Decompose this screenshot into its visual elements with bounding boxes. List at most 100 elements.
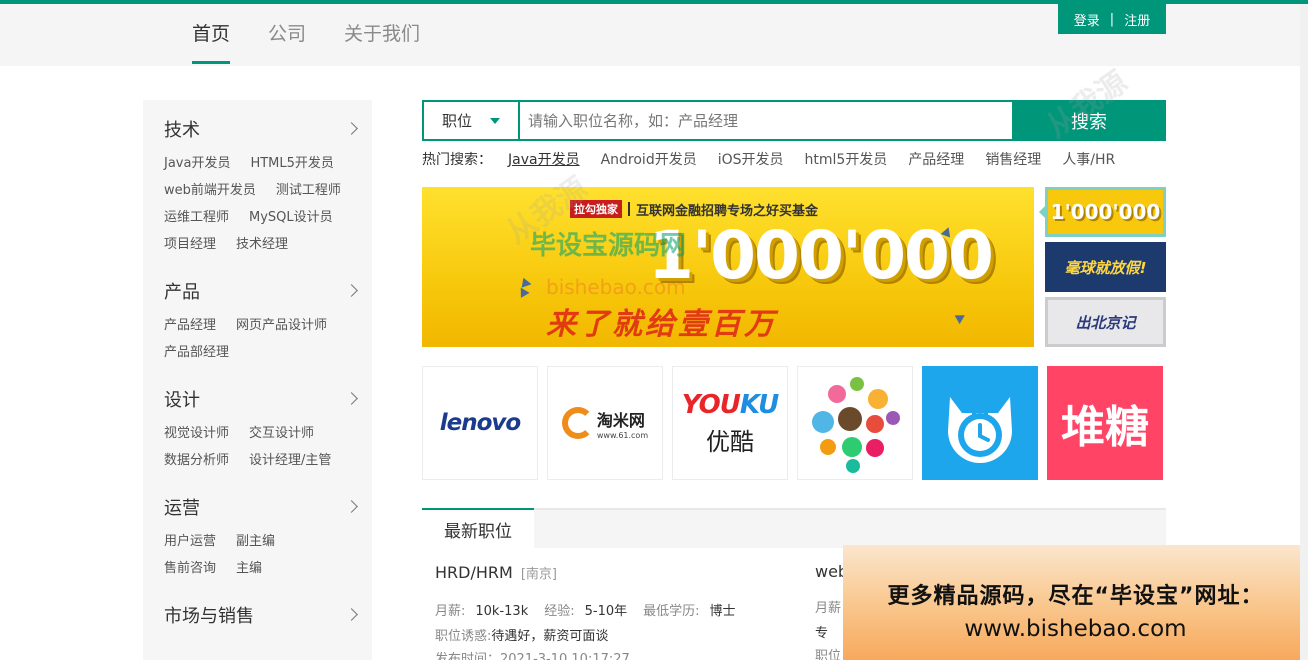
category-link[interactable]: 用户运营 (164, 528, 216, 555)
hot-search-link[interactable]: 产品经理 (908, 149, 964, 169)
company-logo-duitang[interactable]: 堆糖 (1047, 366, 1163, 480)
category-marketing: 市场与销售 (164, 604, 372, 630)
experience-value: 5-10年 (584, 604, 628, 619)
category-items: 用户运营 副主编 售前咨询 主编 (164, 528, 364, 582)
company-logo-lenovo[interactable]: lenovo (422, 366, 538, 480)
nav-company[interactable]: 公司 (268, 22, 306, 64)
category-link[interactable]: Java开发员 (164, 150, 230, 177)
hot-search-link[interactable]: 人事/HR (1062, 149, 1115, 169)
category-items: 产品经理 网页产品设计师 产品部经理 (164, 312, 364, 366)
search-bar: 职位 搜索 (422, 100, 1166, 141)
caret-down-icon (490, 117, 500, 124)
duitang-logo-text: 堆糖 (1061, 402, 1149, 453)
main-nav: 首页 公司 关于我们 (192, 22, 458, 64)
category-link[interactable]: 交互设计师 (249, 420, 314, 447)
category-operations: 运营 用户运营 副主编 售前咨询 主编 (164, 496, 372, 582)
company-logo-youku[interactable]: YOUKU 优酷 (672, 366, 788, 480)
chevron-right-icon (345, 500, 358, 513)
search-type-select[interactable]: 职位 (424, 102, 520, 139)
category-link[interactable]: MySQL设计员 (249, 204, 333, 231)
youku-logo-cn: 优酷 (706, 427, 754, 456)
category-link[interactable]: 产品部经理 (164, 339, 229, 366)
search-input[interactable] (520, 102, 1012, 139)
taomi-logo-url: www.61.com (596, 430, 649, 440)
category-link[interactable]: HTML5开发员 (250, 150, 333, 177)
company-logo-colorful[interactable] (797, 366, 913, 480)
hot-search-link[interactable]: iOS开发员 (718, 149, 784, 169)
category-header[interactable]: 设计 (164, 388, 372, 414)
login-link[interactable]: 登录 (1074, 10, 1100, 29)
search-type-label: 职位 (441, 112, 472, 130)
auth-box: 登录 | 注册 (1058, 4, 1166, 34)
job-perk: 职位诱惑:待遇好，薪资可面谈 (435, 625, 765, 644)
nav-home[interactable]: 首页 (192, 22, 231, 64)
logo-shape (866, 439, 884, 457)
category-title: 产品 (164, 282, 200, 303)
company-logo-cat[interactable] (922, 366, 1038, 480)
youku-logo-blue: KU (739, 389, 779, 420)
logo-shape (886, 411, 900, 425)
logo-shape (842, 437, 862, 457)
category-items: Java开发员 HTML5开发员 web前端开发员 测试工程师 运维工程师 My… (164, 150, 364, 258)
taomi-logo-text: 淘米网 www.61.com (597, 407, 648, 440)
category-header[interactable]: 技术 (164, 118, 372, 144)
category-link[interactable]: 副主编 (236, 528, 275, 555)
job-title[interactable]: HRD/HRM (435, 563, 513, 582)
logo-shape (866, 415, 884, 433)
hot-search-link[interactable]: Java开发员 (508, 149, 580, 169)
promo-overlay[interactable]: 更多精品源码，尽在“毕设宝”网址： www.bishebao.com (843, 545, 1308, 660)
category-header[interactable]: 市场与销售 (164, 604, 372, 630)
perk-label: 职位诱惑: (435, 629, 492, 644)
thumbnail[interactable]: 1'000'000 (1045, 187, 1166, 237)
sparkle-icon (954, 310, 968, 325)
category-design: 设计 视觉设计师 交互设计师 数据分析师 设计经理/主管 (164, 388, 372, 474)
tab-latest-jobs[interactable]: 最新职位 (422, 508, 534, 548)
category-link[interactable]: 售前咨询 (164, 555, 216, 582)
category-link[interactable]: 运维工程师 (164, 204, 229, 231)
category-link[interactable]: 项目经理 (164, 231, 216, 258)
hot-search-link[interactable]: Android开发员 (601, 149, 697, 169)
search-button[interactable]: 搜索 (1012, 100, 1166, 141)
job-card[interactable]: HRD/HRM [南京] 月薪: 10k-13k 经验: 5-10年 最低学历: 博士 职位… (435, 562, 765, 660)
register-link[interactable]: 注册 (1124, 10, 1150, 29)
thumbnail[interactable]: 出北京记 (1045, 297, 1166, 347)
logo-shape (820, 439, 836, 455)
logo-shape (828, 385, 846, 403)
category-header[interactable]: 产品 (164, 280, 372, 306)
promo-line-1: 更多精品源码，尽在“毕设宝”网址： (887, 584, 1264, 609)
category-title: 运营 (164, 498, 200, 519)
logo-shape (846, 459, 860, 473)
promo-banner[interactable]: 拉勾独家 互联网金融招聘专场之好买基金 1'000'000 来了就给壹百万 毕设… (422, 187, 1034, 347)
hot-search-link[interactable]: 销售经理 (985, 149, 1041, 169)
category-link[interactable]: 产品经理 (164, 312, 216, 339)
banner-divider (628, 202, 630, 216)
salary-value: 10k-13k (475, 604, 529, 619)
taomi-logo-name: 淘米网 (596, 410, 645, 430)
education-value: 博士 (709, 604, 736, 619)
category-header[interactable]: 运营 (164, 496, 372, 522)
job-city: [南京] (520, 567, 557, 582)
category-link[interactable]: 技术经理 (236, 231, 288, 258)
youku-logo-text: YOUKU (681, 389, 779, 420)
nav-about[interactable]: 关于我们 (344, 22, 420, 64)
category-tech: 技术 Java开发员 HTML5开发员 web前端开发员 测试工程师 运维工程师… (164, 118, 372, 258)
vertical-scrollbar[interactable] (1300, 4, 1308, 660)
category-title: 设计 (164, 390, 200, 411)
category-link[interactable]: 设计经理/主管 (249, 447, 331, 474)
category-link[interactable]: 主编 (236, 555, 262, 582)
youku-logo-red: YOU (681, 389, 741, 420)
category-link[interactable]: 视觉设计师 (164, 420, 229, 447)
banner-badge: 拉勾独家 (570, 200, 622, 218)
company-logo-taomi[interactable]: 淘米网 www.61.com (547, 366, 663, 480)
category-link[interactable]: web前端开发员 (164, 177, 256, 204)
category-link[interactable]: 测试工程师 (276, 177, 341, 204)
chevron-right-icon (345, 122, 358, 135)
hot-searches-label: 热门搜索： (422, 152, 492, 168)
auth-separator: | (1109, 11, 1115, 27)
hot-search-link[interactable]: html5开发员 (805, 149, 888, 169)
banner-thumbnails: 1'000'000 毫球就放假! 出北京记 (1045, 187, 1166, 352)
category-link[interactable]: 网页产品设计师 (236, 312, 327, 339)
taomi-logo-icon (561, 407, 594, 439)
thumbnail[interactable]: 毫球就放假! (1045, 242, 1166, 292)
category-link[interactable]: 数据分析师 (164, 447, 229, 474)
